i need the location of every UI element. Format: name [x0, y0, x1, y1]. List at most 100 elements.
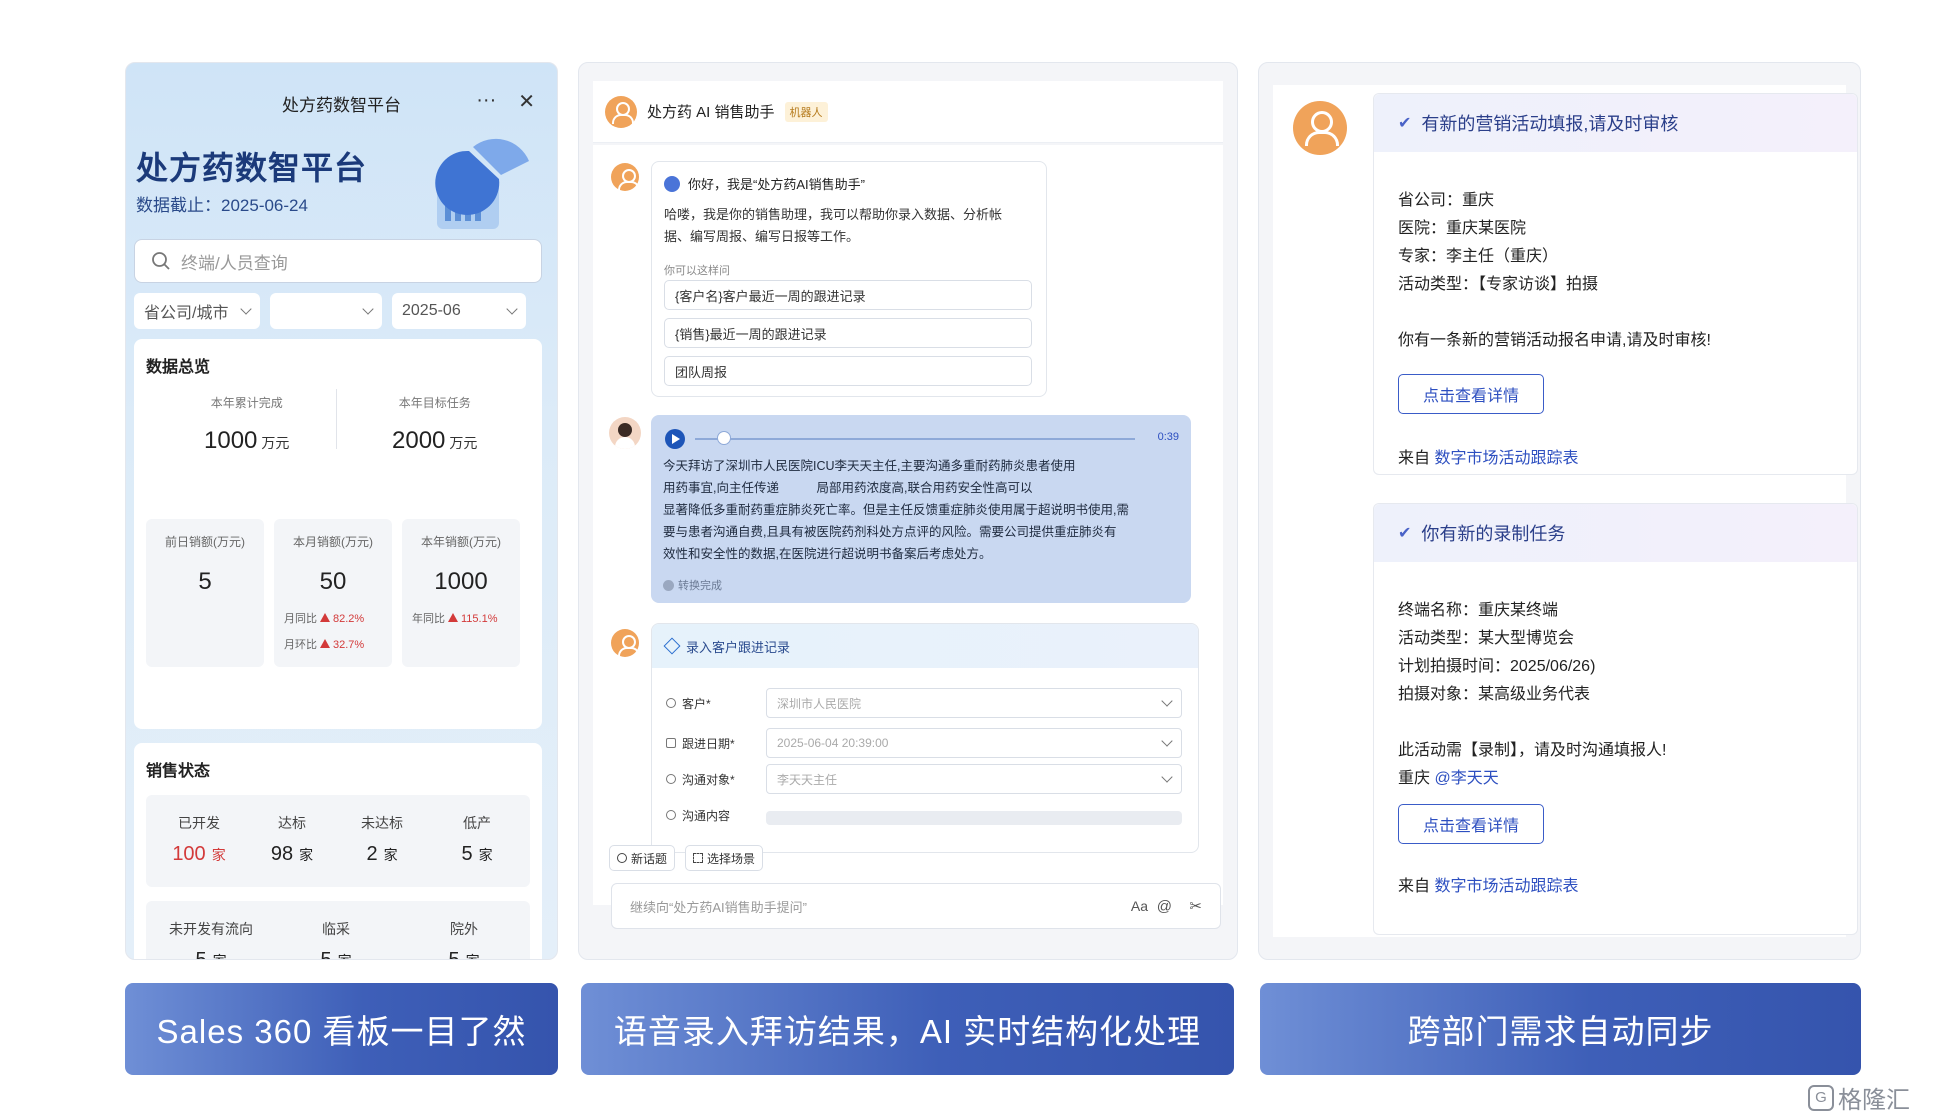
ytd-kpi: 本年累计完成 1000 万元: [204, 396, 290, 454]
chevron-down-icon: [240, 303, 252, 315]
new-topic-button[interactable]: 新话题: [609, 845, 676, 871]
more-icon[interactable]: ···: [476, 89, 496, 114]
mention-icon[interactable]: @: [1157, 898, 1172, 915]
check-circle-icon: [663, 579, 674, 591]
bot-avatar: [605, 95, 637, 128]
close-icon[interactable]: ✕: [518, 89, 535, 114]
notice-source: 来自 数字市场活动跟踪表: [1398, 878, 1579, 895]
calendar-icon: [666, 738, 676, 748]
play-icon[interactable]: [665, 429, 685, 449]
voice-transcript: 今天拜访了深圳市人民医院ICU李天天主任,主要沟通多重耐药肺炎患者使用 用药事宜…: [663, 459, 1129, 561]
secondary-select[interactable]: [270, 293, 382, 329]
assistant-title: 处方药 AI 销售助手: [647, 104, 775, 121]
watermark-logo-icon: G: [1808, 1084, 1834, 1111]
check-icon: ✔: [1398, 525, 1412, 542]
recording-task-notice: ✔ 你有新的录制任务 终端名称：重庆某终端 活动类型：某大型博览会 计划拍摄时间…: [1373, 503, 1858, 935]
status-reached: 达标 98 家: [270, 815, 314, 865]
kpi-divider: [336, 389, 337, 449]
greeting-bubble: 你好，我是“处方药AI销售助手” 哈喽，我是你的销售助理，我可以帮助你录入数据、…: [651, 161, 1047, 397]
notice-mention: 重庆 @李天天: [1398, 770, 1499, 787]
dashboard-panel: 处方药数智平台 ··· ✕ 处方药数智平台 数据截止：2025-06-24 终端…: [125, 62, 558, 960]
notice-title: 你有新的录制任务: [1421, 524, 1566, 544]
bot-tag: 机器人: [784, 101, 828, 122]
voice-progress-handle[interactable]: [717, 431, 731, 445]
select-scene-button[interactable]: 选择场景: [685, 845, 764, 871]
chevron-down-icon: [1161, 771, 1173, 783]
follow-date-field[interactable]: 跟进日期* 2025-06-04 20:39:00: [666, 728, 1182, 758]
text-format-icon[interactable]: Aa: [1131, 898, 1148, 914]
user-avatar: [609, 417, 641, 449]
chat-area: 你好，我是“处方药AI销售助手” 哈喽，我是你的销售助理，我可以帮助你录入数据、…: [593, 145, 1223, 905]
prev-day-sales-tile: 前日销额(万元) 5: [146, 519, 264, 667]
status-developed: 已开发 100 家: [172, 815, 226, 865]
voice-progress-track[interactable]: [695, 438, 1135, 440]
target-kpi: 本年目标任务 2000 万元: [392, 396, 478, 454]
month-mom: 月环比 32.7%: [284, 639, 365, 651]
caption-dashboard: Sales 360 看板一目了然: [125, 983, 558, 1075]
month-select[interactable]: 2025-06: [392, 293, 526, 329]
data-as-of: 数据截止：2025-06-24: [136, 196, 308, 215]
arrow-up-icon: [320, 639, 330, 648]
chevron-down-icon: [1161, 735, 1173, 747]
cube-icon: [663, 637, 681, 655]
customer-field[interactable]: 客户* 深圳市人民医院: [666, 688, 1182, 718]
search-icon: [152, 252, 170, 270]
assistant-panel: 处方药 AI 销售助手 机器人 你好，我是“处方药AI销售助手” 哈喽，我是你的…: [578, 62, 1238, 960]
month-sales-tile: 本月销额(万元) 50 月同比 82.2% 月环比 32.7%: [274, 519, 392, 667]
view-details-button[interactable]: 点击查看详情: [1398, 804, 1544, 844]
grid-icon: [693, 853, 703, 863]
status-row-2: 未开发有流向 5家 临采 5家 院外 5家: [146, 901, 530, 960]
follow-up-form: 录入客户跟进记录 客户* 深圳市人民医院 跟进日期* 2025-06-04 20…: [651, 623, 1199, 853]
source-link[interactable]: 数字市场活动跟踪表: [1434, 878, 1578, 895]
search-placeholder: 终端/人员查询: [181, 253, 288, 273]
sales-status-card: 销售状态 已开发 100 家 达标 98 家 未达标 2家 低产 5家 未开发有流向…: [134, 743, 542, 960]
pie-chart-icon: [435, 138, 529, 229]
year-yoy: 年同比 115.1%: [412, 613, 498, 625]
bot-avatar: [1293, 101, 1347, 155]
page-title: 处方药数智平台: [136, 150, 368, 186]
status-unreached: 未达标 2家: [361, 815, 403, 865]
overview-card: 数据总览 本年累计完成 1000 万元 本年目标任务 2000 万元 前日销额(万元…: [134, 339, 542, 729]
bot-avatar: [611, 163, 640, 191]
year-sales-tile: 本年销额(万元) 1000 年同比 115.1%: [402, 519, 520, 667]
province-city-select[interactable]: 省公司/城市: [134, 293, 260, 329]
search-input[interactable]: 终端/人员查询: [134, 239, 542, 283]
chevron-down-icon: [506, 303, 518, 315]
contact-field[interactable]: 沟通对象* 李天天主任: [666, 764, 1182, 794]
scissors-icon[interactable]: ✂: [1189, 897, 1202, 915]
user-icon: [666, 698, 676, 708]
content-field[interactable]: 沟通内容: [666, 800, 1182, 830]
notification-feed: ✔ 有新的营销活动填报,请及时审核 省公司：重庆 医院：重庆某医院 专家：李主任…: [1273, 85, 1858, 937]
notification-panel: ✔ 有新的营销活动填报,请及时审核 省公司：重庆 医院：重庆某医院 专家：李主任…: [1258, 62, 1861, 960]
check-icon: ✔: [1398, 115, 1412, 132]
month-yoy: 月同比 82.2%: [284, 613, 365, 625]
notice-message: 你有一条新的营销活动报名申请,请及时审核!: [1398, 332, 1711, 349]
status-low-output: 低产 5家: [461, 815, 493, 865]
sales-status-title: 销售状态: [146, 763, 211, 780]
caption-sync: 跨部门需求自动同步: [1260, 983, 1861, 1075]
suggestion-chip[interactable]: 团队周报: [664, 356, 1032, 386]
activity-review-notice: ✔ 有新的营销活动填报,请及时审核 省公司：重庆 医院：重庆某医院 专家：李主任…: [1373, 93, 1858, 475]
voice-message[interactable]: 0:39 今天拜访了深圳市人民医院ICU李天天主任,主要沟通多重耐药肺炎患者使用…: [651, 415, 1191, 603]
notice-message: 此活动需【录制】，请及时沟通填报人!: [1398, 742, 1667, 759]
notice-title: 有新的营销活动填报,请及时审核: [1421, 114, 1679, 134]
arrow-up-icon: [320, 613, 330, 622]
chevron-down-icon: [1161, 695, 1173, 707]
mention-link[interactable]: @李天天: [1434, 770, 1498, 787]
caption-assistant: 语音录入拜访结果，AI 实时结构化处理: [581, 983, 1234, 1075]
suggestion-chip[interactable]: {销售}最近一周的跟进记录: [664, 318, 1032, 348]
chat-input[interactable]: 继续向“处方药AI销售助手提问” Aa @ ✂: [611, 883, 1221, 929]
assistant-badge-icon: [664, 175, 680, 192]
overview-title: 数据总览: [146, 359, 211, 376]
assistant-header: 处方药 AI 销售助手 机器人: [593, 81, 1223, 143]
user-icon: [666, 774, 676, 784]
status-undeveloped-flow: 未开发有流向 5家: [169, 921, 253, 960]
chevron-down-icon: [362, 303, 374, 315]
comment-icon: [666, 810, 676, 820]
plus-circle-icon: [617, 853, 627, 863]
notice-source: 来自 数字市场活动跟踪表: [1398, 450, 1579, 467]
view-details-button[interactable]: 点击查看详情: [1398, 374, 1544, 414]
bot-avatar: [611, 629, 640, 657]
suggestion-chip[interactable]: {客户名}客户最近一周的跟进记录: [664, 280, 1032, 310]
source-link[interactable]: 数字市场活动跟踪表: [1434, 450, 1578, 467]
